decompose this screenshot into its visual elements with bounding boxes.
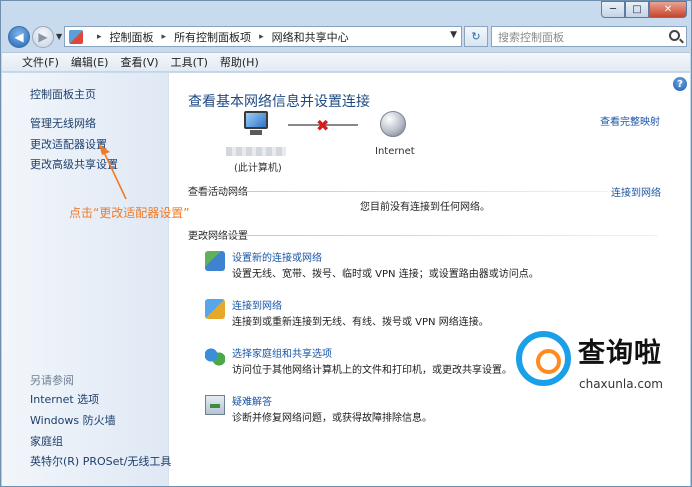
watermark-url: chaxunla.com (579, 377, 663, 391)
close-button[interactable]: ✕ (649, 1, 687, 18)
menu-file[interactable]: 文件(F) (22, 54, 59, 70)
refresh-icon: ↻ (471, 30, 481, 43)
arrow-right-icon: ▶ (38, 30, 48, 44)
search-placeholder: 搜索控制面板 (498, 30, 564, 44)
recent-pages-dropdown[interactable]: ▼ (56, 32, 62, 41)
search-input[interactable]: 搜索控制面板 (491, 26, 687, 47)
search-icon[interactable] (669, 30, 680, 41)
breadcrumb-separator-icon[interactable]: ▸ (259, 32, 264, 42)
breadcrumb-separator-icon[interactable]: ▸ (162, 32, 167, 42)
address-box[interactable]: ▸ 控制面板 ▸ 所有控制面板项 ▸ 网络和共享中心 ▼ (64, 26, 462, 47)
address-bar-area: ─ □ ✕ ◀ ▶ ▼ ▸ 控制面板 ▸ 所有控制面板项 ▸ 网络和共享中心 ▼… (1, 1, 691, 49)
back-button[interactable]: ◀ (8, 26, 30, 48)
menu-tools[interactable]: 工具(T) (171, 54, 208, 70)
content-area: 控制面板主页 管理无线网络 更改适配器设置 更改高级共享设置 另请参阅 Inte… (2, 73, 690, 486)
watermark-title: 查询啦 (578, 338, 662, 369)
menu-help[interactable]: 帮助(H) (220, 54, 259, 70)
arrow-left-icon: ◀ (14, 30, 24, 44)
menu-view[interactable]: 查看(V) (120, 54, 158, 70)
breadcrumb-all-items[interactable]: 所有控制面板项 (174, 29, 251, 45)
chevron-down-icon: ▼ (56, 32, 63, 41)
breadcrumb-control-panel[interactable]: 控制面板 (110, 29, 154, 45)
annotation-text: 点击“更改适配器设置” (69, 206, 190, 220)
maximize-button[interactable]: □ (625, 1, 649, 18)
breadcrumb-network-center[interactable]: 网络和共享中心 (272, 29, 349, 45)
control-panel-icon (69, 29, 83, 44)
annotation-arrow (99, 144, 127, 200)
address-dropdown-icon[interactable]: ▼ (450, 30, 457, 40)
breadcrumb-separator-icon[interactable]: ▸ (97, 32, 102, 42)
breadcrumb: ▸ 控制面板 ▸ 所有控制面板项 ▸ 网络和共享中心 (89, 29, 349, 45)
explorer-window: ─ □ ✕ ◀ ▶ ▼ ▸ 控制面板 ▸ 所有控制面板项 ▸ 网络和共享中心 ▼… (0, 0, 692, 487)
menu-edit[interactable]: 编辑(E) (71, 54, 109, 70)
minimize-button[interactable]: ─ (601, 1, 625, 18)
menu-bar: 文件(F) 编辑(E) 查看(V) 工具(T) 帮助(H) (2, 52, 690, 72)
forward-button[interactable]: ▶ (32, 26, 54, 48)
refresh-button[interactable]: ↻ (464, 26, 488, 47)
watermark-logo-icon (516, 331, 571, 386)
